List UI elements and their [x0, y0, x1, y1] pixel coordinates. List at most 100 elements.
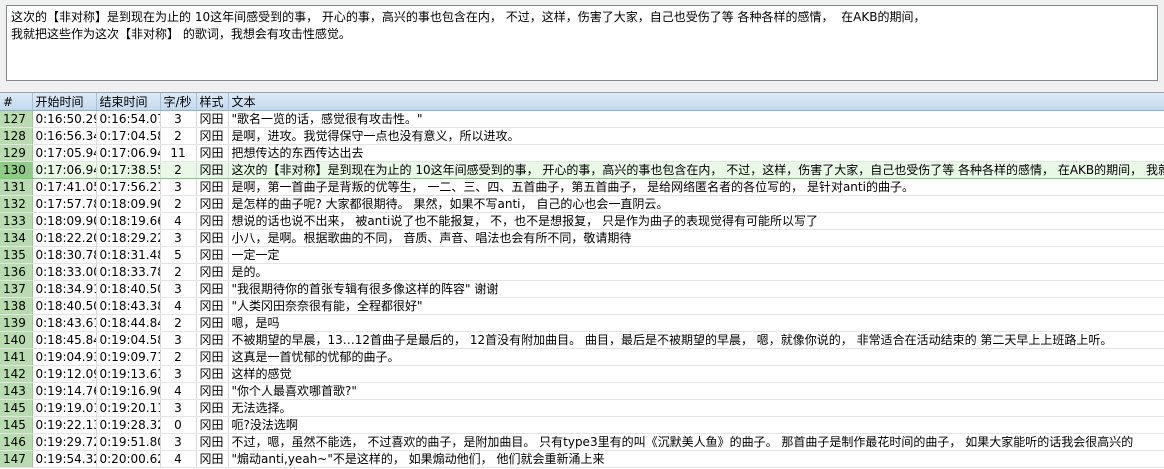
row-number-cell[interactable]: 134 [0, 229, 33, 247]
end-time-cell[interactable]: 0:18:40.50 [96, 280, 161, 298]
chars-per-second-cell[interactable]: 3 [160, 433, 197, 451]
start-time-cell[interactable]: 0:17:05.94 [32, 144, 97, 162]
start-time-cell[interactable]: 0:18:33.00 [32, 263, 97, 281]
style-cell[interactable]: 冈田 [196, 450, 229, 468]
end-time-cell[interactable]: 0:18:19.66 [96, 212, 161, 230]
end-time-cell[interactable]: 0:19:04.58 [96, 331, 161, 349]
style-cell[interactable]: 冈田 [196, 280, 229, 298]
text-cell[interactable]: 不过，嗯，虽然不能选， 不过喜欢的曲子，是附加曲目。 只有type3里有的叫《沉… [228, 433, 1164, 451]
style-cell[interactable]: 冈田 [196, 144, 229, 162]
text-cell[interactable]: 呃?没法选啊 [228, 416, 1164, 434]
style-cell[interactable]: 冈田 [196, 195, 229, 213]
column-header-text[interactable]: 文本 [228, 93, 1164, 111]
row-number-cell[interactable]: 129 [0, 144, 33, 162]
table-row[interactable]: 146 0:19:29.72 0:19:51.80 3 冈田 不过，嗯，虽然不能选， 不过… [0, 433, 1164, 451]
text-cell[interactable]: 是啊，进攻。我觉得保守一点也没有意义，所以进攻。 [228, 127, 1164, 145]
row-number-cell[interactable]: 143 [0, 382, 33, 400]
row-number-cell[interactable]: 145 [0, 399, 33, 417]
table-row[interactable]: 145 0:19:22.13 0:19:28.32 0 冈田 呃?没法选啊 [0, 416, 1164, 434]
chars-per-second-cell[interactable]: 2 [160, 195, 197, 213]
style-cell[interactable]: 冈田 [196, 246, 229, 264]
style-cell[interactable]: 冈田 [196, 331, 229, 349]
row-number-cell[interactable]: 137 [0, 280, 33, 298]
text-cell[interactable]: 这真是一首忧郁的忧郁的曲子。 [228, 348, 1164, 366]
column-header-chars-per-second[interactable]: 字/秒 [160, 93, 197, 111]
row-number-cell[interactable]: 145 [0, 416, 33, 434]
subtitle-grid[interactable]: # 开始时间 结束时间 字/秒 样式 文本 127 0:16:50.29 0:16:… [0, 92, 1164, 469]
row-number-cell[interactable]: 138 [0, 297, 33, 315]
subtitle-text-editor[interactable]: 这次的【非对称】是到现在为止的 10这年间感受到的事， 开心的事，高兴的事也包含… [6, 5, 1158, 81]
style-cell[interactable]: 冈田 [196, 365, 229, 383]
text-cell[interactable]: 无法选择。 [228, 399, 1164, 417]
row-number-cell[interactable]: 135 [0, 246, 33, 264]
start-time-cell[interactable]: 0:19:14.76 [32, 382, 97, 400]
text-cell[interactable]: 是啊，第一首曲子是背叛的优等生， 一二、三、四、五首曲子，第五首曲子， 是给网络… [228, 178, 1164, 196]
chars-per-second-cell[interactable]: 0 [160, 416, 197, 434]
chars-per-second-cell[interactable]: 2 [160, 348, 197, 366]
text-cell[interactable]: 这次的【非对称】是到现在为止的 10这年间感受到的事， 开心的事，高兴的事也包含… [228, 161, 1164, 179]
table-row[interactable]: 131 0:17:41.05 0:17:56.21 3 冈田 是啊，第一首曲子是背叛的优等… [0, 178, 1164, 196]
row-number-cell[interactable]: 130 [0, 161, 33, 179]
table-row[interactable]: 147 0:19:54.32 0:20:00.62 4 冈田 "煽动anti,yeah~"… [0, 450, 1164, 468]
row-number-cell[interactable]: 128 [0, 127, 33, 145]
start-time-cell[interactable]: 0:17:57.78 [32, 195, 97, 213]
text-cell[interactable]: 想说的话也说不出来， 被anti说了也不能报复， 不，也不是想报复， 只是作为曲… [228, 212, 1164, 230]
text-cell[interactable]: "人类冈田奈奈很有能，全程都很好" [228, 297, 1164, 315]
column-header-start-time[interactable]: 开始时间 [32, 93, 97, 111]
style-cell[interactable]: 冈田 [196, 263, 229, 281]
row-number-cell[interactable]: 131 [0, 178, 33, 196]
style-cell[interactable]: 冈田 [196, 297, 229, 315]
table-row[interactable]: 132 0:17:57.78 0:18:09.90 2 冈田 是怎样的曲子呢? 大家都很期… [0, 195, 1164, 213]
style-cell[interactable]: 冈田 [196, 416, 229, 434]
style-cell[interactable]: 冈田 [196, 127, 229, 145]
table-row[interactable]: 137 0:18:34.91 0:18:40.50 3 冈田 "我很期待你的首张专辑有很多… [0, 280, 1164, 298]
style-cell[interactable]: 冈田 [196, 178, 229, 196]
end-time-cell[interactable]: 0:18:09.90 [96, 195, 161, 213]
start-time-cell[interactable]: 0:19:29.72 [32, 433, 97, 451]
chars-per-second-cell[interactable]: 4 [160, 382, 197, 400]
style-cell[interactable]: 冈田 [196, 110, 229, 128]
text-cell[interactable]: 是的。 [228, 263, 1164, 281]
chars-per-second-cell[interactable]: 5 [160, 246, 197, 264]
end-time-cell[interactable]: 0:19:09.71 [96, 348, 161, 366]
end-time-cell[interactable]: 0:19:13.61 [96, 365, 161, 383]
start-time-cell[interactable]: 0:17:41.05 [32, 178, 97, 196]
table-row[interactable]: 133 0:18:09.90 0:18:19.66 4 冈田 想说的话也说不出来， 被an… [0, 212, 1164, 230]
text-cell[interactable]: 不被期望的早晨，13…12首曲子是最后的， 12首没有附加曲目。 曲目，最后是不… [228, 331, 1164, 349]
table-row[interactable]: 138 0:18:40.50 0:18:43.38 4 冈田 "人类冈田奈奈很有能，全程都… [0, 297, 1164, 315]
table-row[interactable]: 128 0:16:56.34 0:17:04.58 2 冈田 是啊，进攻。我觉得保守一点也… [0, 127, 1164, 145]
end-time-cell[interactable]: 0:19:20.11 [96, 399, 161, 417]
style-cell[interactable]: 冈田 [196, 314, 229, 332]
end-time-cell[interactable]: 0:17:06.94 [96, 144, 161, 162]
end-time-cell[interactable]: 0:18:31.48 [96, 246, 161, 264]
end-time-cell[interactable]: 0:17:38.55 [96, 161, 161, 179]
text-cell[interactable]: 一定一定 [228, 246, 1164, 264]
row-number-cell[interactable]: 146 [0, 433, 33, 451]
column-header-end-time[interactable]: 结束时间 [96, 93, 161, 111]
table-row[interactable]: 141 0:19:04.93 0:19:09.71 2 冈田 这真是一首忧郁的忧郁的曲子。 [0, 348, 1164, 366]
text-cell[interactable]: "煽动anti,yeah~"不是这样的， 如果煽动他们， 他们就会重新涌上来 [228, 450, 1164, 468]
chars-per-second-cell[interactable]: 3 [160, 365, 197, 383]
chars-per-second-cell[interactable]: 3 [160, 178, 197, 196]
chars-per-second-cell[interactable]: 2 [160, 263, 197, 281]
start-time-cell[interactable]: 0:19:12.09 [32, 365, 97, 383]
end-time-cell[interactable]: 0:18:33.78 [96, 263, 161, 281]
row-number-cell[interactable]: 142 [0, 365, 33, 383]
table-row[interactable]: 139 0:18:43.61 0:18:44.84 2 冈田 嗯，是吗 [0, 314, 1164, 332]
text-cell[interactable]: 小八，是啊。根据歌曲的不同， 音质、声音、唱法也会有所不同，敬请期待 [228, 229, 1164, 247]
start-time-cell[interactable]: 0:17:06.94 [32, 161, 97, 179]
end-time-cell[interactable]: 0:18:43.38 [96, 297, 161, 315]
text-cell[interactable]: 是怎样的曲子呢? 大家都很期待。 果然，如果不写anti， 自己的心也会一直阴云… [228, 195, 1164, 213]
row-number-cell[interactable]: 140 [0, 331, 33, 349]
table-row[interactable]: 143 0:19:14.76 0:19:16.90 4 冈田 "你个人最喜欢哪首歌?" [0, 382, 1164, 400]
chars-per-second-cell[interactable]: 3 [160, 331, 197, 349]
table-row[interactable]: 127 0:16:50.29 0:16:54.07 3 冈田 "歌名一览的话，感觉很有攻击… [0, 110, 1164, 128]
text-cell[interactable]: "我很期待你的首张专辑有很多像这样的阵容" 谢谢 [228, 280, 1164, 298]
style-cell[interactable]: 冈田 [196, 382, 229, 400]
chars-per-second-cell[interactable]: 2 [160, 161, 197, 179]
row-number-cell[interactable]: 133 [0, 212, 33, 230]
end-time-cell[interactable]: 0:19:16.90 [96, 382, 161, 400]
row-number-cell[interactable]: 141 [0, 348, 33, 366]
style-cell[interactable]: 冈田 [196, 399, 229, 417]
text-cell[interactable]: 把想传达的东西传达出去 [228, 144, 1164, 162]
